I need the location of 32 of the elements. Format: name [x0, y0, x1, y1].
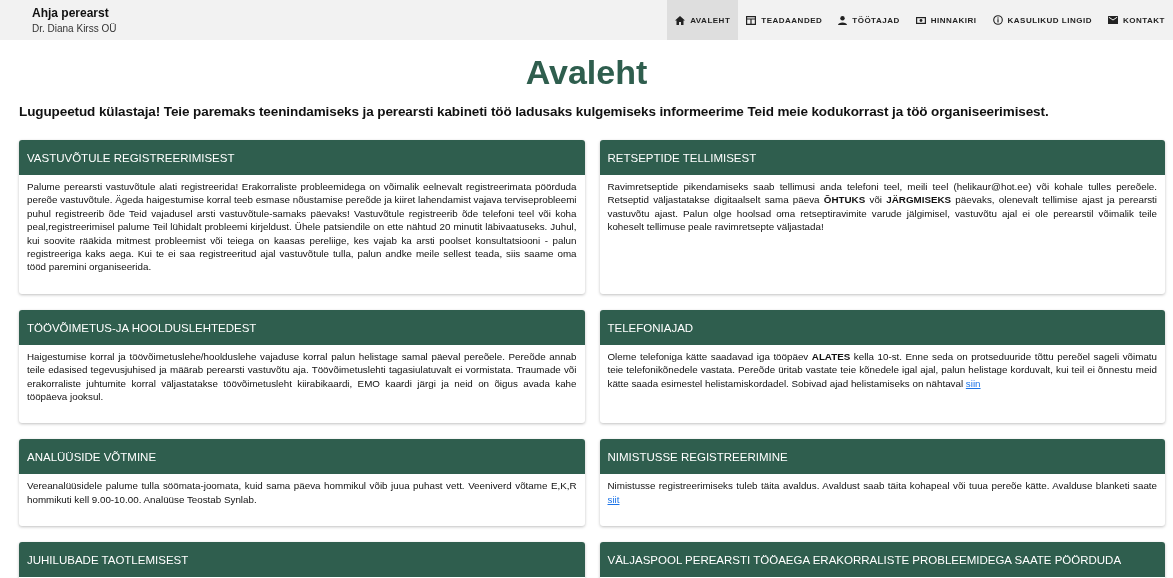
- intro-text: Lugupeetud külastaja! Teie paremaks teenindamiseks ja perearsti kabineti töö ladusaks kulgemiseks informeerime Teid meie kodukorrast ja töö organiseerimisest.: [19, 104, 1050, 119]
- home-icon: [675, 15, 686, 25]
- nav-tab[interactable]: TÖÖTAJAD: [830, 0, 908, 40]
- card-title: NIMISTUSSE REGISTREERIMINE: [599, 439, 1165, 475]
- card-text: Nimistusse registreerimiseks tuleb täita avaldus. Avaldust saab täita kohapeal või tuua pereõe kätte. Avalduse blanketi saate siit: [606, 479, 1158, 507]
- nav-tab[interactable]: HINNAKIRI: [907, 0, 985, 40]
- card-title: TÖÖVÕIMETUS-JA HOOLDUSLEHTEDEST: [19, 309, 585, 345]
- card-title: VÄLJASPOOL PEREARSTI TÖÖAEGA ERAKORRALISTE PROBLEEMIDEGA SAATE PÖÖRDUDA: [599, 542, 1165, 578]
- card-title: JUHILUBADE TAOTLEMISEST: [19, 542, 585, 578]
- card-text: Haigestumise korral ja töövõimetuslehe/hoolduslehe vajaduse korral palun helistage samal päeval pereõele. Pereõde annab teile edasised tegevusjuhised ja määrab perearsti vastuvõtu aja. Töövõimetuslehti tagasiulatuvalt ei vormistata. Traumade või erakorraliste juhtumite korral väljastatakse töövõimetusleht kiirabikaardi, EMO kaardi järgi ja neid on õigus avada kahe tööpäeva jooksul.: [26, 349, 578, 405]
- nav-tab[interactable]: KASULIKUD LINGID: [984, 0, 1100, 40]
- info-icon: [992, 15, 1003, 25]
- page-title: Avaleht: [524, 52, 649, 93]
- card-text: Palume perearsti vastuvõtule alati registreerida! Erakorraliste probleemidega on võimalik eelnevalt registreerimata pöörduda pereõe vastuvõtule. Ägeda haigestumise korral teeb esmase nõustamise pereõde ja kiiret lahendamist vajava terviseprobleemi puhul registreerib õde Teid vajadusel arsti vastuvõtule-samaks päevaks! Vastuvõtule registreerib õde telefoni teel või koha peal,registreerimisel palume Teil lühidalt probleemi kirjeldust. Ühele patsiendile on ette nähtud 20 minutit läbivaatuseks. Juhul, kui soovite rääkida mitmest probleemist või teiega on kaasas pereliige, kes vajab ka arsti poolset konsultatsiooni - palun registreeriga kaks aega. Kui te ei saa registreeritud ajal vastuvõtule tulla, palun andke meile sellest teada, siis saame oma tööd paremini organiseerida.: [26, 180, 578, 275]
- card-title: TELEFONIAJAD: [599, 309, 1165, 345]
- card-title: ANALÜÜSIDE VÕTMINE: [19, 439, 585, 475]
- mail-icon: [1108, 16, 1118, 24]
- nav-tab[interactable]: TEADAANDED: [738, 0, 831, 40]
- nav-tab[interactable]: AVALEHT: [667, 0, 739, 40]
- card-text: Vereanalüüsidele palume tulla söömata-joomata, kuid sama päeva hommikul võib juua puhast vett. Veeniverd võtame E,K,R hommikuti kell 9.00-10.00. Analüüse Teostab Synlab.: [26, 479, 578, 507]
- card-text: Oleme telefoniga kätte saadavad iga tööpäev ALATES kella 10-st. Enne seda on protseduuride tõttu pereõel sageli võimatu teie telefonikõnedele vastata. Pereõde üritab vastate teie kõnedele igal ajal, palun helistage korduvalt, kui teil ei õnnestu meid kätte saada esimestel helistamiskordadel. Sobivad ajad helistamiseks on nähtaval siin: [606, 349, 1158, 391]
- table-icon: [746, 15, 757, 25]
- card-text: Ravimretseptide pikendamiseks saab tellimusi anda telefoni teel, meili teel (helikaur@hot.ee) või kohale tulles pereõele. Retseptid väljastatakse digitaalselt sama päeva ÕHTUKS või JÄRGMISEKS päevaks, olenevalt tellimise ajast ja perearsti vastuvõtu ajast. Palun olge hoolsad oma retseptiravimite varude jälgimisel, vastuvõtu ajal ei ole perearstil võimalik teile koheselt tellimuse peale ravimretsepte väljastada!: [606, 180, 1158, 235]
- banknote-icon: [915, 16, 926, 24]
- text-link[interactable]: siit: [607, 493, 620, 505]
- nav-tab[interactable]: KONTAKT: [1100, 0, 1173, 40]
- card-title: VASTUVÕTULE REGISTREERIMISEST: [19, 140, 585, 175]
- site-subtitle: Dr. Diana Kirss OÜ: [32, 23, 117, 34]
- site-title[interactable]: Ahja perearst: [32, 6, 117, 20]
- text-link[interactable]: siin: [965, 377, 981, 389]
- card-title: RETSEPTIDE TELLIMISEST: [599, 140, 1165, 175]
- person-icon: [838, 15, 848, 25]
